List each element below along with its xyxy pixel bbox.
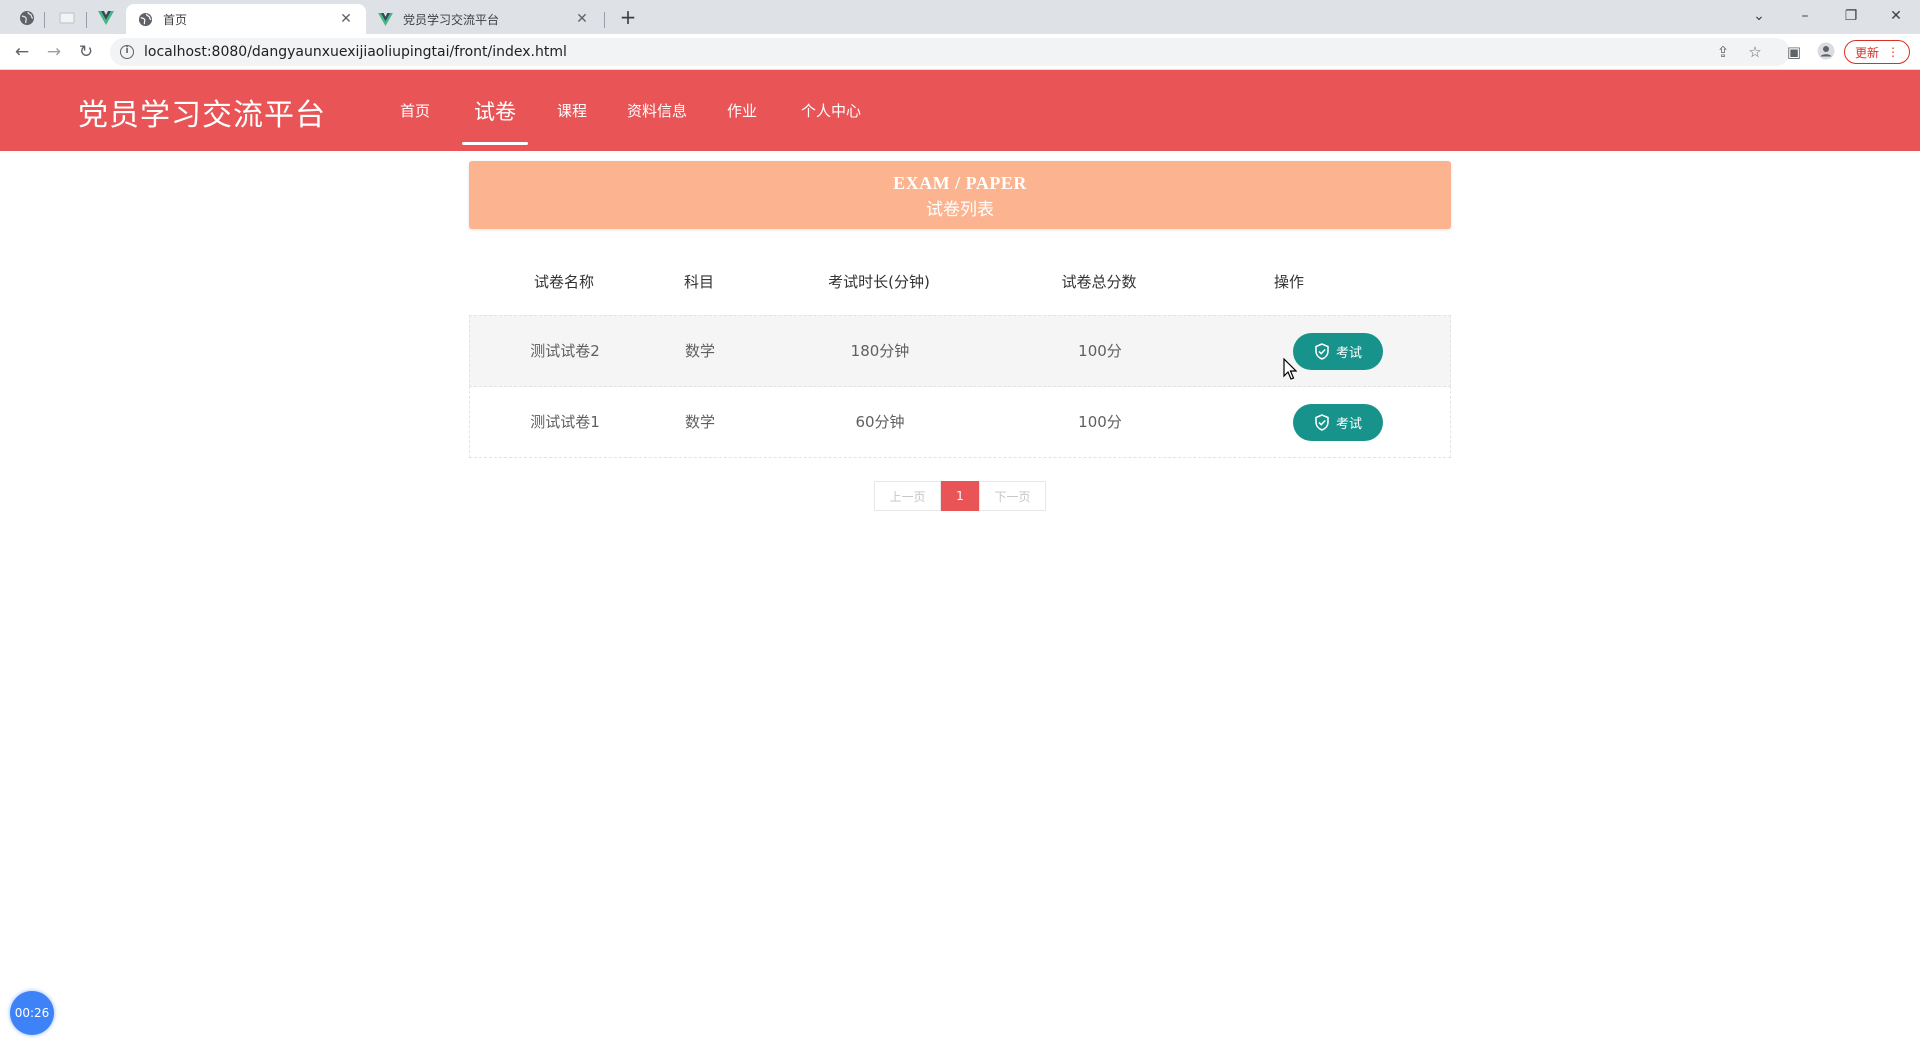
table-row: 测试试卷1 数学 60分钟 100分 考试	[469, 386, 1451, 458]
url-field[interactable]: i localhost:8080/dangyaunxuexijiaoliupin…	[110, 38, 1790, 66]
pinned-tab-globe-icon[interactable]	[12, 6, 42, 30]
reload-icon[interactable]: ↻	[74, 40, 98, 64]
share-icon[interactable]: ⇪	[1713, 42, 1733, 62]
cell-score: 100分	[1078, 413, 1122, 431]
side-panel-icon[interactable]: ▣	[1784, 42, 1804, 62]
back-icon[interactable]: ←	[10, 40, 34, 64]
cell-score: 100分	[1078, 342, 1122, 360]
browser-tab-bar: 首页 ✕ 党员学习交流平台 ✕ + ⌄ – ❐ ✕	[0, 0, 1920, 34]
nav-home[interactable]: 首页	[392, 70, 438, 151]
vue-icon	[378, 12, 393, 26]
bookmark-star-icon[interactable]: ☆	[1745, 42, 1765, 62]
nav-exam[interactable]: 试卷	[462, 70, 528, 151]
nav-homework[interactable]: 作业	[722, 70, 762, 151]
pagination: 上一页 1 下一页	[874, 481, 1046, 511]
url-text: localhost:8080/dangyaunxuexijiaoliupingt…	[144, 44, 567, 60]
tab-title: 首页	[163, 12, 188, 27]
cell-duration: 60分钟	[855, 413, 905, 431]
update-button[interactable]: 更新 ⋮	[1844, 40, 1910, 64]
exam-table: 试卷名称 科目 考试时长(分钟) 试卷总分数 操作 测试试卷2 数学 180分钟…	[469, 256, 1451, 458]
table-header: 试卷名称 科目 考试时长(分钟) 试卷总分数 操作	[469, 256, 1451, 316]
new-tab-button[interactable]: +	[616, 6, 640, 30]
cell-duration: 180分钟	[850, 342, 910, 360]
mouse-cursor-icon	[1283, 358, 1297, 380]
pinned-tab-vue-icon[interactable]	[91, 6, 121, 30]
cell-subject: 数学	[684, 342, 715, 360]
banner-title-cn: 试卷列表	[926, 200, 994, 220]
next-page-button[interactable]: 下一页	[979, 481, 1046, 511]
tab-title: 党员学习交流平台	[403, 12, 500, 27]
site-header: 党员学习交流平台 首页 试卷 课程 资料信息 作业 个人中心	[0, 70, 1920, 151]
cell-subject: 数学	[684, 413, 715, 431]
nav-personal-center[interactable]: 个人中心	[794, 70, 868, 151]
globe-icon	[138, 12, 153, 26]
page-banner: EXAM / PAPER 试卷列表	[469, 161, 1451, 229]
shield-check-icon	[1315, 343, 1329, 360]
tab-home[interactable]: 首页 ✕	[126, 4, 366, 34]
table-row: 测试试卷2 数学 180分钟 100分 考试	[469, 315, 1451, 387]
tab-platform[interactable]: 党员学习交流平台 ✕	[366, 4, 602, 34]
profile-avatar-icon[interactable]	[1816, 42, 1836, 62]
restore-button[interactable]: ❐	[1831, 4, 1871, 28]
active-nav-indicator	[462, 142, 528, 145]
nav-materials[interactable]: 资料信息	[622, 70, 692, 151]
close-window-button[interactable]: ✕	[1876, 4, 1916, 28]
prev-page-button[interactable]: 上一页	[874, 481, 941, 511]
header-duration: 考试时长(分钟)	[828, 273, 930, 291]
page-number-current[interactable]: 1	[941, 481, 979, 511]
start-exam-button[interactable]: 考试	[1293, 404, 1383, 441]
cell-name: 测试试卷2	[530, 342, 600, 360]
banner-title-en: EXAM / PAPER	[893, 173, 1027, 193]
start-exam-button[interactable]: 考试	[1293, 333, 1383, 370]
header-action: 操作	[1273, 273, 1304, 291]
browser-address-bar: ← → ↻ i localhost:8080/dangyaunxuexijiao…	[0, 34, 1920, 70]
minimize-button[interactable]: –	[1785, 4, 1825, 28]
more-menu-icon: ⋮	[1887, 45, 1899, 59]
start-exam-label: 考试	[1335, 346, 1362, 361]
info-icon[interactable]: i	[120, 45, 134, 59]
header-name: 试卷名称	[533, 273, 594, 291]
update-label: 更新	[1854, 45, 1879, 60]
header-subject: 科目	[683, 273, 714, 291]
forward-icon[interactable]: →	[42, 40, 66, 64]
start-exam-label: 考试	[1335, 417, 1362, 432]
tab-search-icon[interactable]: ⌄	[1739, 4, 1779, 28]
site-logo: 党员学习交流平台	[78, 98, 326, 133]
recording-timer[interactable]: 00:26	[10, 991, 54, 1035]
pinned-tab-blank-icon[interactable]	[52, 6, 82, 30]
header-score: 试卷总分数	[1061, 273, 1137, 291]
nav-course[interactable]: 课程	[552, 70, 592, 151]
close-icon[interactable]: ✕	[574, 11, 590, 27]
shield-check-icon	[1315, 414, 1329, 431]
close-icon[interactable]: ✕	[338, 11, 354, 27]
cell-name: 测试试卷1	[530, 413, 600, 431]
